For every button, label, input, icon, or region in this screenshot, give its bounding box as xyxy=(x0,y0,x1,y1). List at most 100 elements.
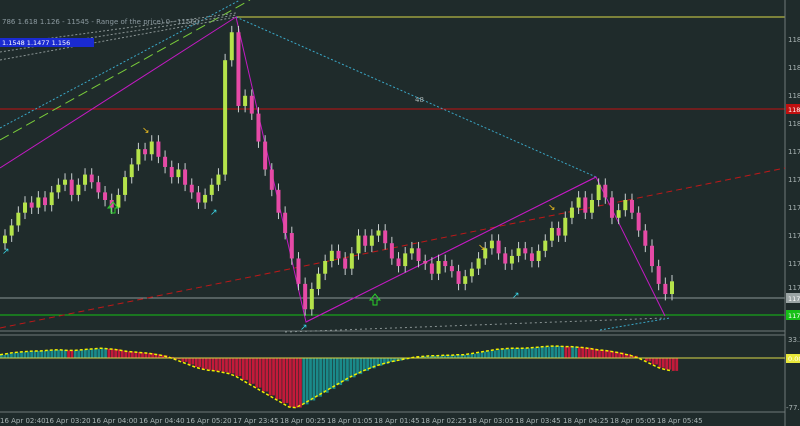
histogram-bar xyxy=(13,352,17,358)
candle-body xyxy=(163,156,168,167)
candle-body xyxy=(323,261,328,274)
histogram-bar xyxy=(540,347,544,358)
candle-body xyxy=(369,235,374,246)
histogram-bar xyxy=(33,350,37,358)
histogram-bar xyxy=(312,358,316,401)
candle-body xyxy=(489,240,494,249)
time-tick: 18 Apr 01:05 xyxy=(327,417,373,425)
histogram-bar xyxy=(110,348,114,358)
candle-body xyxy=(436,261,441,274)
histogram-bar xyxy=(231,358,235,374)
candle-body xyxy=(23,202,28,213)
price-tick: 1181 xyxy=(788,92,800,100)
candle-body xyxy=(389,243,394,259)
green-up-arrow-icon-2 xyxy=(368,293,382,306)
blue-box-text: 1.1548 1.1477 1.156 xyxy=(2,39,70,47)
candle-body xyxy=(263,141,268,170)
price-tick: 1177 xyxy=(788,204,800,212)
histogram-bar xyxy=(63,349,67,358)
candle-body xyxy=(536,250,541,261)
histogram-bar xyxy=(208,358,212,371)
histogram-bar xyxy=(198,358,201,368)
histogram-bar xyxy=(50,350,54,358)
histogram-bar xyxy=(265,358,269,392)
time-tick: 16 Apr 05:20 xyxy=(186,417,232,425)
yellow-arrow-icon-2: ↘ xyxy=(478,243,486,253)
price-tick: 1179 xyxy=(788,148,800,156)
price-tick: 1182 xyxy=(788,64,800,72)
candle-body xyxy=(236,32,241,106)
cyan-arrow-icon-4: ↗ xyxy=(512,291,520,301)
candle-body xyxy=(403,253,408,267)
osc-tick: -77.6 xyxy=(786,404,800,412)
candle-body xyxy=(343,258,348,269)
histogram-bar xyxy=(184,358,188,362)
histogram-bar xyxy=(268,358,272,396)
candle-body xyxy=(283,212,288,234)
histogram-bar xyxy=(16,352,20,358)
histogram-bar xyxy=(57,349,60,358)
histogram-bar xyxy=(201,358,205,369)
candle-body xyxy=(309,288,314,310)
histogram-bar xyxy=(191,358,195,365)
candle-body xyxy=(629,200,634,213)
histogram-bar xyxy=(30,351,33,358)
histogram-bar xyxy=(77,350,81,358)
candle-body xyxy=(29,202,34,208)
histogram-bar xyxy=(299,358,302,408)
candle-body xyxy=(656,266,661,284)
candle-body xyxy=(376,230,381,236)
candle-body xyxy=(63,179,68,185)
histogram-bar xyxy=(534,347,537,358)
histogram-bar xyxy=(547,346,551,358)
candle-body xyxy=(456,271,461,284)
candle-body xyxy=(276,189,281,213)
histogram-bar xyxy=(675,358,679,371)
candle-body xyxy=(583,197,588,213)
candle-body xyxy=(243,95,248,106)
candle-body xyxy=(636,212,641,231)
histogram-bar xyxy=(581,347,585,358)
histogram-bar xyxy=(225,358,228,373)
histogram-bar xyxy=(26,351,30,358)
candle-body xyxy=(136,149,141,165)
histogram-bar xyxy=(477,352,480,358)
histogram-bar xyxy=(329,358,333,389)
histogram-bar xyxy=(10,353,13,358)
oscillator-histogram xyxy=(0,346,679,408)
histogram-bar xyxy=(241,358,245,380)
candle-body xyxy=(429,263,434,274)
osc-tick: 33.2 xyxy=(788,336,800,344)
histogram-bar xyxy=(248,358,252,384)
histogram-bar xyxy=(194,358,198,368)
candle-body xyxy=(249,95,254,114)
candle-body xyxy=(329,250,334,261)
candle-body xyxy=(643,230,648,246)
candle-body xyxy=(649,245,654,267)
histogram-bar xyxy=(658,358,662,368)
histogram-bar xyxy=(554,346,558,358)
chart-canvas[interactable]: 786 1.618 1.126 - 11545 - Range of the p… xyxy=(0,0,800,426)
histogram-bar xyxy=(574,346,578,358)
candle-body xyxy=(423,261,428,264)
candle-body xyxy=(576,197,581,208)
cyan-arrow-icon: ↗ xyxy=(2,247,10,257)
time-tick: 16 Apr 03:20 xyxy=(45,417,91,425)
histogram-bar xyxy=(258,358,262,388)
candle-body xyxy=(83,174,88,185)
candle-body xyxy=(596,184,601,200)
histogram-bar xyxy=(255,358,259,388)
time-axis: 16 Apr 02:40 16 Apr 03:20 16 Apr 04:00 1… xyxy=(0,417,703,425)
candle-body xyxy=(96,182,101,193)
histogram-bar xyxy=(114,349,117,358)
histogram-bar xyxy=(514,348,517,358)
histogram-bar xyxy=(53,349,57,358)
histogram-bar xyxy=(211,358,215,371)
histogram-bar xyxy=(80,349,84,358)
histogram-bar xyxy=(584,347,588,358)
histogram-bar xyxy=(349,358,353,378)
trading-chart[interactable]: 786 1.618 1.126 - 11545 - Range of the p… xyxy=(0,0,800,426)
histogram-bar xyxy=(591,348,595,358)
histogram-bar xyxy=(309,358,312,401)
histogram-bar xyxy=(567,346,571,358)
